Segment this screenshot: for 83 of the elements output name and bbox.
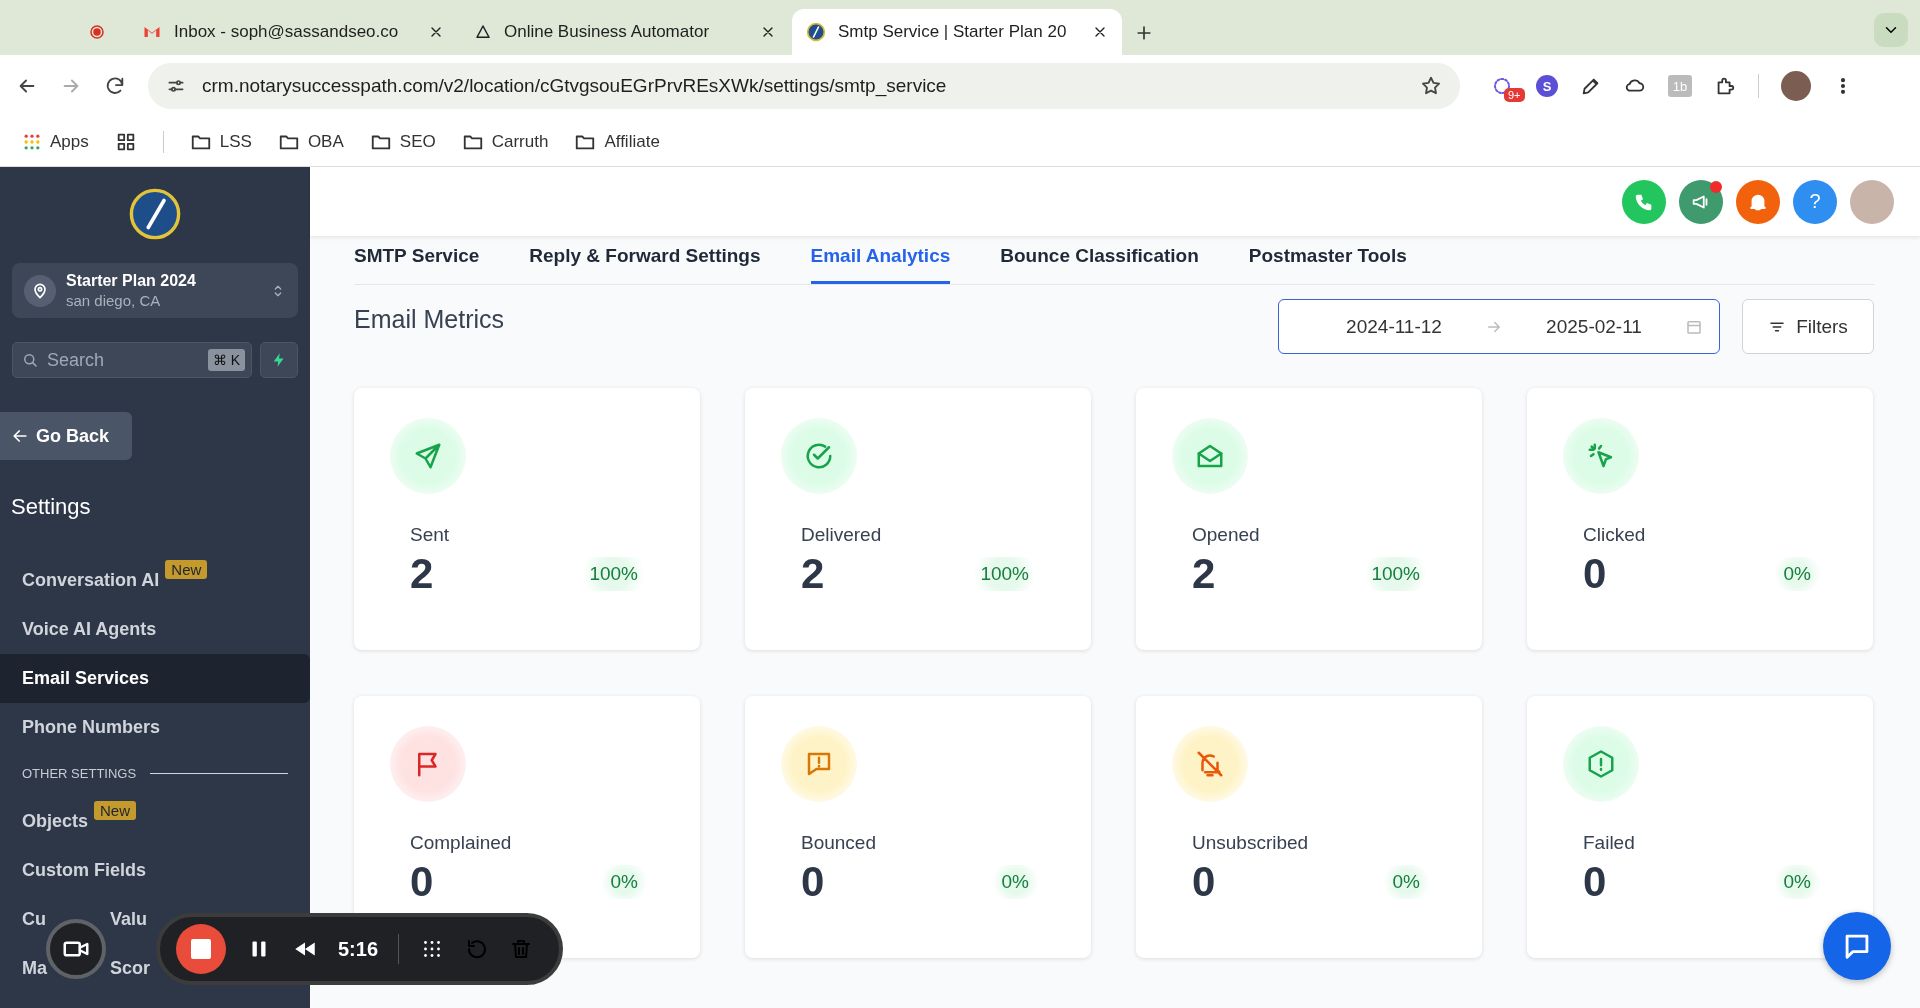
shortcut-key: ⌘ K — [207, 349, 245, 371]
compass-logo-icon — [128, 187, 182, 241]
apps-link[interactable]: Apps — [22, 131, 89, 152]
metric-value: 2 — [1192, 550, 1216, 598]
go-back-button[interactable]: Go Back — [0, 412, 132, 460]
location-pin-icon — [24, 274, 56, 307]
metric-percentage: 0% — [1382, 865, 1430, 899]
record-icon — [88, 23, 106, 41]
filters-button[interactable]: Filters — [1742, 299, 1874, 354]
tab-title: Inbox - soph@sassandseo.co — [174, 22, 400, 42]
sidebar-item[interactable]: Objects New — [0, 797, 310, 846]
end-date: 2025-02-11 — [1545, 315, 1643, 338]
location-name: Starter Plan 2024 — [66, 272, 197, 290]
bookmark-label: Apps — [50, 131, 89, 152]
bell-button[interactable] — [1736, 179, 1780, 224]
metric-label: Delivered — [801, 524, 883, 546]
sidebar-item[interactable]: Scor — [110, 958, 151, 979]
settings-tab[interactable]: Email Analytics — [810, 245, 951, 284]
location-switcher[interactable]: Starter Plan 2024 san diego, CA — [12, 263, 298, 318]
notification-badge: 9+ — [1504, 88, 1525, 102]
browser-tab[interactable]: Inbox - soph@sassandseo.co — [128, 9, 458, 55]
search-input[interactable]: Search — [45, 348, 202, 372]
metric-value: 2 — [801, 550, 825, 598]
metric-label: Opened — [1192, 524, 1261, 546]
settings-tab[interactable]: Bounce Classification — [1000, 245, 1199, 284]
recording-time: 5:16 — [338, 937, 379, 961]
settings-tab[interactable]: SMTP Service — [354, 245, 480, 284]
metric-percentage: 0% — [1773, 865, 1821, 899]
settings-tab[interactable]: Reply & Forward Settings — [529, 245, 761, 284]
quick-action-button[interactable] — [260, 342, 298, 378]
location-city: san diego, CA — [66, 292, 162, 309]
sidebar-item[interactable]: Ma — [22, 958, 46, 979]
metric-label: Sent — [410, 524, 451, 546]
bookmark-folder[interactable]: LSS — [189, 130, 252, 153]
metric-percentage: 0% — [1773, 557, 1821, 591]
browser-tab[interactable]: Online Business Automator — [460, 9, 790, 55]
sidebar-item[interactable]: Voice AI Agents — [0, 605, 310, 654]
settings-heading: Settings — [11, 494, 92, 520]
start-date: 2024-11-12 — [1345, 315, 1443, 338]
bookmark-folder[interactable]: OBA — [277, 130, 344, 153]
bookmark-folder[interactable]: Affiliate — [574, 130, 660, 153]
metric-value: 0 — [801, 858, 825, 906]
metric-label: Unsubscribed — [1192, 832, 1310, 854]
metric-label: Bounced — [801, 832, 877, 854]
reload-icon[interactable] — [104, 75, 126, 97]
sidebar-item[interactable]: Cu — [22, 909, 46, 930]
triangle-icon — [474, 23, 492, 41]
metric-label: Complained — [410, 832, 513, 854]
extension-icon[interactable]: S — [1536, 75, 1558, 97]
metric-value: 0 — [410, 858, 434, 906]
star-icon[interactable] — [1420, 75, 1442, 97]
search-field[interactable]: Search ⌘ K — [12, 342, 252, 378]
megaphone-button[interactable] — [1679, 179, 1723, 224]
new-badge: New — [94, 801, 137, 820]
metric-label: Clicked — [1583, 524, 1647, 546]
compass-icon — [806, 22, 826, 42]
tab-title: Smtp Service | Starter Plan 20 — [838, 22, 1068, 42]
sidebar-item[interactable]: Phone Numbers — [0, 703, 310, 752]
settings-tab[interactable]: Postmaster Tools — [1248, 245, 1407, 284]
date-range-picker[interactable]: 2024-11-12 2025-02-11 — [1278, 299, 1720, 354]
metric-value: 0 — [1192, 858, 1216, 906]
metric-percentage: 0% — [991, 865, 1039, 899]
address-bar[interactable]: crm.notarysuccesspath.com/v2/location/cGtvgsouEGrPrvREsXWk/settings/smtp_service — [148, 63, 1460, 109]
sidebar-item[interactable]: Conversation AI New — [0, 556, 310, 605]
metric-percentage: 0% — [600, 865, 648, 899]
stop-button[interactable] — [176, 924, 226, 974]
url-text: crm.notarysuccesspath.com/v2/location/cGtvgsouEGrPrvREsXWk/settings/smtp_service — [202, 75, 948, 97]
browser-tab[interactable]: Smtp Service | Starter Plan 20 — [792, 9, 1122, 55]
bookmark-folder[interactable]: SEO — [369, 130, 436, 153]
sidebar-item[interactable]: Custom Fields — [0, 846, 310, 895]
section-title: Email Metrics — [354, 305, 504, 334]
sidebar-item[interactable]: Valu — [110, 909, 148, 930]
metric-value: 0 — [1583, 550, 1607, 598]
metric-value: 0 — [1583, 858, 1607, 906]
search-icon — [21, 351, 39, 369]
profile-avatar[interactable] — [1781, 71, 1811, 101]
tab-title: Online Business Automator — [504, 22, 711, 42]
metric-label: Failed — [1583, 832, 1636, 854]
new-badge: New — [165, 560, 208, 579]
bookmark-folder[interactable]: Carruth — [461, 130, 549, 153]
metric-value: 2 — [410, 550, 434, 598]
section-label: OTHER SETTINGS — [22, 766, 137, 781]
sidebar-item[interactable]: Email Services — [0, 654, 310, 703]
